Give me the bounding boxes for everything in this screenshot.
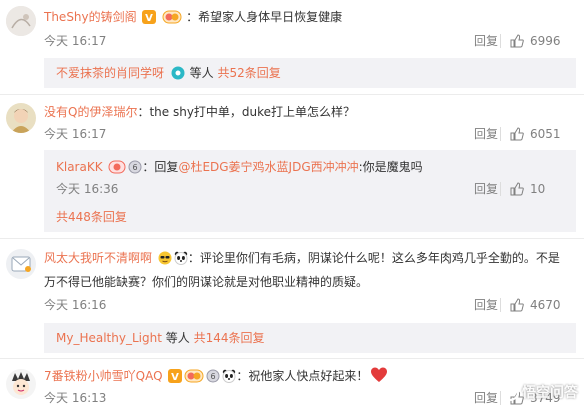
comment-text-line: 风太大我听不清啊啊 ：评论里你们有毛病，阴谋论什么呢！这么多年肉鸡几乎全勤的。不… xyxy=(44,249,560,270)
fan-badge-icon xyxy=(162,10,182,29)
panda-emoji-icon xyxy=(222,369,236,388)
avatar[interactable] xyxy=(6,103,36,133)
reply-summary-count[interactable]: 共52条回复 xyxy=(217,66,280,80)
comment-text-line: 没有Q的伊泽瑞尔：the shy打中单，duke打上单怎么样？ xyxy=(44,103,355,121)
comment-text: ：希望家人身体早日恢复健康 xyxy=(186,10,343,24)
reply-summary-users[interactable]: 不爱抹茶的肖同学呀 xyxy=(56,66,164,80)
level-badge-icon: 6 xyxy=(128,160,142,179)
reply-summary-box[interactable]: 不爱抹茶的肖同学呀 等人 共52条回复 xyxy=(44,58,576,88)
vip-v-icon: V xyxy=(168,369,183,388)
subreply-prefix: ：回复 xyxy=(142,160,179,174)
wukong-logo-icon xyxy=(501,383,519,401)
avatar[interactable] xyxy=(6,6,36,36)
reply-button[interactable]: 回复 xyxy=(474,32,498,50)
thumbs-up-icon xyxy=(510,34,524,48)
subreply-mention[interactable]: @杜EDG姜宁鸡水蓝JDG西冲冲冲 xyxy=(178,160,358,174)
avatar[interactable] xyxy=(6,249,36,279)
reply-summary: My_Healthy_Light 等人 共144条回复 xyxy=(56,329,264,347)
comment-username[interactable]: 风太大我听不清啊啊 xyxy=(44,251,152,265)
camera-badge-icon xyxy=(170,66,186,85)
watermark-text: 悟空问答 xyxy=(522,385,578,401)
subreply-reply-button[interactable]: 回复 xyxy=(474,180,498,198)
comment-username[interactable]: 7番铁粉小帅雪吖QAQ xyxy=(44,369,163,383)
like-button[interactable]: 4670 xyxy=(510,296,561,314)
comment-username[interactable]: TheShy的铸剑阁 xyxy=(44,10,137,24)
reply-summary-count[interactable]: 共144条回复 xyxy=(194,331,265,345)
comment-text-part1: ：评论里你们有毛病，阴谋论什么呢！这么多年肉鸡几乎全勤的。不是 xyxy=(187,251,560,265)
subreply-text: :你是魔鬼吗 xyxy=(358,160,423,174)
like-button[interactable]: 6051 xyxy=(510,125,561,143)
subreply-time: 今天 16:36 xyxy=(56,182,119,196)
reply-button[interactable]: 回复 xyxy=(474,389,498,407)
action-divider xyxy=(500,127,501,141)
like-count: 6051 xyxy=(530,127,561,141)
reply-summary-suffix: 等人 xyxy=(161,331,194,345)
reply-summary: 不爱抹茶的肖同学呀 等人 共52条回复 xyxy=(56,64,281,85)
level-badge-icon: 6 xyxy=(206,369,220,388)
subreply-like-button[interactable]: 10 xyxy=(510,180,545,198)
heart-emoji-icon xyxy=(370,367,388,388)
reply-box: KlaraKK 6 ：回复@杜EDG姜宁鸡水蓝JDG西冲冲冲:你是魔鬼吗 今天 1… xyxy=(44,150,576,232)
svg-text:V: V xyxy=(171,372,179,383)
action-divider xyxy=(500,298,501,312)
comment-3: 风太大我听不清啊啊 ：评论里你们有毛病，阴谋论什么呢！这么多年肉鸡几乎全勤的。不… xyxy=(0,239,584,353)
like-button[interactable]: 6996 xyxy=(510,32,561,50)
comment-2: 没有Q的伊泽瑞尔：the shy打中单，duke打上单怎么样？ 今天 16:17… xyxy=(0,95,584,232)
action-divider xyxy=(500,182,501,196)
fan-badge-icon xyxy=(108,160,126,179)
svg-text:6: 6 xyxy=(211,372,216,381)
comment-text-part2: 万不得已他能缺赛？你们的阴谋论就是对他职业精神的质疑。 xyxy=(44,275,369,289)
svg-text:V: V xyxy=(146,13,154,24)
reply-summary-count[interactable]: 共448条回复 xyxy=(56,208,127,226)
comment-time: 今天 16:17 xyxy=(44,127,107,141)
svg-text:6: 6 xyxy=(133,163,138,172)
subreply-text-line: KlaraKK 6 ：回复@杜EDG姜宁鸡水蓝JDG西冲冲冲:你是魔鬼吗 xyxy=(56,158,423,179)
avatar[interactable] xyxy=(6,369,36,399)
fan-badge-icon xyxy=(184,369,204,388)
thumbs-up-icon xyxy=(510,127,524,141)
comment-username[interactable]: 没有Q的伊泽瑞尔 xyxy=(44,105,137,119)
thumbs-up-icon xyxy=(510,298,524,312)
comment-text-line: 7番铁粉小帅雪吖QAQ V 6 ：祝他家人快点好起来！ xyxy=(44,367,388,388)
subreply-username[interactable]: KlaraKK xyxy=(56,160,103,174)
reply-button[interactable]: 回复 xyxy=(474,296,498,314)
vip-v-icon: V xyxy=(142,10,157,29)
thumbs-up-icon xyxy=(510,182,524,196)
panda-emoji-icon xyxy=(174,251,188,270)
comment-1: TheShy的铸剑阁 V ：希望家人身体早日恢复健康 今天 16:17 回复 6… xyxy=(0,0,584,88)
comment-time: 今天 16:17 xyxy=(44,34,107,48)
comment-text: ：祝他家人快点好起来！ xyxy=(236,369,369,383)
comment-time: 今天 16:16 xyxy=(44,298,107,312)
reply-button[interactable]: 回复 xyxy=(474,125,498,143)
reply-summary-suffix: 等人 xyxy=(185,66,218,80)
reply-summary-box[interactable]: My_Healthy_Light 等人 共144条回复 xyxy=(44,323,576,353)
like-count: 6996 xyxy=(530,34,561,48)
reply-summary-users[interactable]: My_Healthy_Light xyxy=(56,331,162,345)
comment-text-line: TheShy的铸剑阁 V ：希望家人身体早日恢复健康 xyxy=(44,8,342,29)
watermark: 悟空问答 xyxy=(501,382,578,402)
sunglasses-emoji-icon xyxy=(158,251,172,270)
comment-4: 7番铁粉小帅雪吖QAQ V 6 ：祝他家人快点好起来！ 今天 16:13 回复 37… xyxy=(0,359,584,408)
comment-text: ：the shy打中单，duke打上单怎么样？ xyxy=(137,105,356,119)
like-count: 10 xyxy=(530,182,546,196)
like-count: 4670 xyxy=(530,298,561,312)
action-divider xyxy=(500,34,501,48)
comment-time: 今天 16:13 xyxy=(44,391,107,405)
